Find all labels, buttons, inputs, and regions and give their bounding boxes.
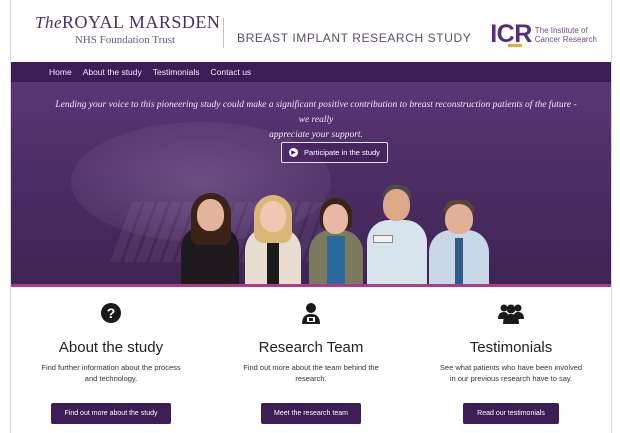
header-divider [223, 18, 224, 48]
nav-about-the-study[interactable]: About the study [83, 67, 142, 77]
research-team-description: Find out more about the team behind the … [243, 363, 379, 383]
testimonials-title: Testimonials [469, 339, 553, 356]
nav-testimonials[interactable]: Testimonials [153, 67, 200, 77]
question-icon: ? [100, 302, 122, 324]
testimonials-description: See what patients who have been involved… [439, 363, 583, 383]
nav-contact-us[interactable]: Contact us [211, 67, 252, 77]
hero-divider [11, 284, 611, 287]
about-study-description: Find further information about the proce… [41, 363, 181, 383]
researcher-icon [300, 302, 322, 324]
hero-quote: Lending your voice to this pioneering st… [55, 100, 577, 140]
testimonials-column: Testimonials See what patients who have … [411, 292, 611, 433]
arrow-right-icon: ▶ [289, 148, 299, 157]
about-study-column: ? About the study Find further informati… [11, 292, 211, 433]
team-member-photo-4 [363, 183, 431, 284]
study-title: BREAST IMPLANT RESEARCH STUDY [237, 31, 472, 45]
icr-mark: ICR [490, 20, 532, 48]
icr-name: The Institute of Cancer Research [534, 25, 597, 44]
team-member-photo-2 [241, 193, 305, 284]
main-nav: Home About the study Testimonials Contac… [11, 62, 611, 82]
read-testimonials-button[interactable]: Read our testimonials [463, 403, 559, 424]
team-member-photo-1 [177, 189, 243, 284]
team-member-photo-3 [305, 196, 367, 284]
site-header: TheROYAL MARSDEN NHS Foundation Trust BR… [11, 6, 611, 58]
meet-research-team-button[interactable]: Meet the research team [261, 403, 361, 424]
group-icon [498, 302, 524, 324]
find-out-more-button[interactable]: Find out more about the study [51, 403, 171, 424]
icr-logo[interactable]: ICR The Institute of Cancer Research [490, 20, 597, 49]
svg-text:?: ? [107, 305, 116, 321]
hero-banner: Lending your voice to this pioneering st… [11, 82, 611, 284]
feature-columns: ? About the study Find further informati… [11, 292, 611, 433]
page-frame: TheROYAL MARSDEN NHS Foundation Trust BR… [10, 0, 612, 433]
royal-marsden-logo[interactable]: TheROYAL MARSDEN NHS Foundation Trust [35, 12, 221, 46]
research-team-title: Research Team [258, 339, 364, 356]
royal-marsden-wordmark: TheROYAL MARSDEN [35, 12, 221, 32]
research-team-column: Research Team Find out more about the te… [211, 292, 411, 433]
id-badge [373, 235, 393, 243]
participate-button[interactable]: ▶ Participate in the study [281, 142, 388, 163]
team-member-photo-5 [425, 200, 493, 284]
nav-home[interactable]: Home [49, 67, 72, 77]
about-study-title: About the study [58, 339, 164, 356]
nhs-trust-label: NHS Foundation Trust [74, 34, 176, 46]
